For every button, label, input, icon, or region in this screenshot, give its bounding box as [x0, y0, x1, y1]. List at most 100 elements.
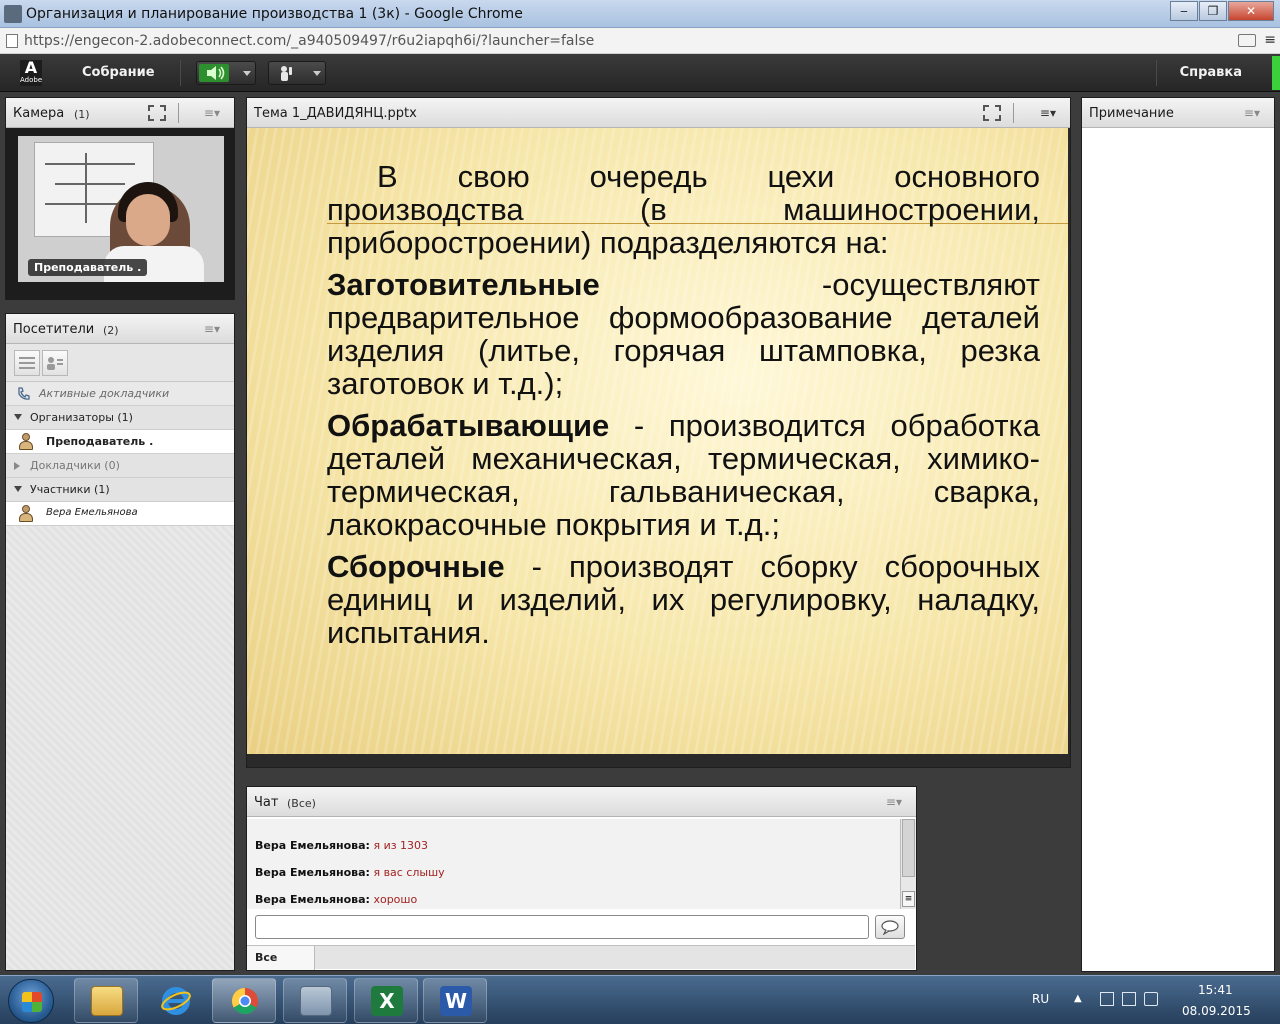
adobe-logo-text: Adobe: [20, 76, 43, 84]
help-menu[interactable]: Справка: [1180, 65, 1242, 80]
camera-name-label: Преподаватель .: [28, 259, 148, 276]
chevron-down-icon[interactable]: [313, 71, 321, 76]
notes-pod: Примечание ≡▾: [1081, 97, 1275, 972]
header-divider: [1013, 103, 1014, 123]
taskbar-chrome[interactable]: [212, 978, 276, 1023]
maximize-button[interactable]: ❐: [1199, 1, 1227, 21]
phone-icon: [18, 387, 30, 400]
presentation-slide[interactable]: В свою очередь цехи основного производст…: [247, 128, 1068, 754]
pod-title: Посетители: [13, 322, 95, 337]
expand-icon[interactable]: [14, 414, 22, 420]
slide-body: В свою очередь цехи основного производст…: [327, 160, 1040, 658]
pod-header: Посетители (2) ≡▾: [6, 314, 234, 344]
folder-icon: [91, 986, 123, 1016]
adobe-logo: A Adobe: [20, 60, 42, 86]
list-view-button[interactable]: [14, 350, 40, 376]
clock-time[interactable]: 15:41: [1198, 983, 1233, 997]
group-label: Докладчики (0): [30, 459, 120, 472]
speaker-button[interactable]: [196, 61, 256, 85]
windows-taskbar: X W RU ▲ 15:41 08.09.2015: [0, 975, 1280, 1024]
network-icon[interactable]: [1122, 992, 1136, 1006]
pod-title: Чат: [254, 795, 279, 810]
expand-icon[interactable]: [14, 486, 22, 492]
collapse-icon[interactable]: [14, 462, 20, 470]
pod-options-icon[interactable]: ≡▾: [886, 795, 902, 809]
group-participants[interactable]: Участники (1): [6, 478, 234, 502]
volume-icon[interactable]: [1144, 992, 1158, 1006]
pod-options-icon[interactable]: ≡▾: [1040, 106, 1056, 120]
taskbar-internet-explorer[interactable]: [143, 978, 207, 1023]
pod-options-icon[interactable]: ≡▾: [204, 106, 220, 120]
start-button[interactable]: [8, 979, 54, 1023]
adobe-logo-letter: A: [24, 58, 38, 77]
keyboard-icon: [300, 986, 332, 1016]
send-message-button[interactable]: [875, 915, 905, 939]
window-title: Организация и планирование производства …: [26, 6, 523, 22]
slide-term: Заготовительные: [327, 267, 600, 302]
camera-video[interactable]: Преподаватель .: [18, 136, 224, 282]
user-card-icon: [47, 357, 63, 370]
connect-menubar: A Adobe Собрание Справка: [0, 54, 1280, 92]
address-bar[interactable]: https://engecon-2.adobeconnect.com/_a940…: [0, 28, 1280, 54]
group-presenters[interactable]: Докладчики (0): [6, 454, 234, 478]
system-tray: RU ▲ 15:41 08.09.2015: [1000, 976, 1280, 1024]
window-controls: ‒ ❐ ✕: [1169, 1, 1274, 21]
chat-author: Вера Емельянова:: [255, 893, 370, 906]
pod-header: Камера (1) ≡▾: [6, 98, 234, 128]
chat-messages: Вера Емельянова: я из 1303 Вера Емельяно…: [247, 819, 901, 909]
language-indicator[interactable]: RU: [1032, 992, 1049, 1006]
list-view-icon: [19, 357, 35, 369]
minimize-button[interactable]: ‒: [1170, 1, 1198, 21]
attendees-empty-area: [6, 526, 234, 970]
chat-scope: (Все): [287, 797, 316, 810]
attendee-item[interactable]: Преподаватель .: [6, 430, 234, 454]
user-view-button[interactable]: [42, 350, 68, 376]
url-text[interactable]: https://engecon-2.adobeconnect.com/_a940…: [24, 33, 594, 49]
host-user-icon: [18, 433, 34, 450]
chat-author: Вера Емельянова:: [255, 839, 370, 852]
windows-logo-icon: [22, 992, 42, 1012]
menu-divider: [1156, 60, 1157, 86]
scroll-down-icon[interactable]: ≡: [902, 891, 915, 907]
attendees-toolbar: [6, 344, 234, 382]
close-button[interactable]: ✕: [1228, 1, 1274, 21]
pod-options-icon[interactable]: ≡▾: [1244, 106, 1260, 120]
taskbar-word[interactable]: W: [423, 978, 487, 1023]
taskbar-excel[interactable]: X: [354, 978, 418, 1023]
chevron-down-icon[interactable]: [243, 71, 251, 76]
taskbar-explorer[interactable]: [74, 978, 138, 1023]
pod-options-icon[interactable]: ≡▾: [204, 322, 220, 336]
taskbar-on-screen-keyboard[interactable]: [283, 978, 347, 1023]
connection-status-indicator: [1272, 56, 1280, 90]
fullscreen-icon[interactable]: [148, 105, 166, 121]
speech-bubble-icon: [881, 920, 899, 936]
meeting-menu[interactable]: Собрание: [82, 65, 155, 80]
chat-text: я вас слышу: [373, 866, 445, 879]
show-hidden-icons-icon[interactable]: ▲: [1074, 993, 1082, 1004]
browser-titlebar: Организация и планирование производства …: [0, 0, 1280, 28]
adobe-connect-app-icon: [4, 5, 22, 23]
chat-text: хорошо: [373, 893, 418, 906]
speaker-icon: [199, 64, 229, 82]
attendee-name: Вера Емельянова: [46, 507, 138, 518]
scrollbar-thumb[interactable]: [902, 819, 915, 877]
attendee-item[interactable]: Вера Емельянова: [6, 502, 234, 526]
group-organizers[interactable]: Организаторы (1): [6, 406, 234, 430]
chat-message: Вера Емельянова: я из 1303: [255, 839, 428, 852]
active-speakers-label: Активные докладчики: [39, 387, 170, 400]
action-center-flag-icon[interactable]: [1100, 992, 1114, 1006]
chrome-menu-icon[interactable]: ≡: [1264, 32, 1276, 48]
chat-scrollbar[interactable]: ≡: [900, 819, 916, 909]
fullscreen-icon[interactable]: [983, 105, 1001, 121]
status-button[interactable]: [268, 61, 326, 85]
attendee-name: Преподаватель .: [46, 435, 154, 448]
chat-message: Вера Емельянова: я вас слышу: [255, 866, 445, 879]
pod-header: Примечание ≡▾: [1082, 98, 1274, 128]
clock-date[interactable]: 08.09.2015: [1182, 1004, 1251, 1018]
slide-paragraph: Сборочные - производят сборку сборочных …: [327, 550, 1040, 649]
chat-input[interactable]: [255, 915, 869, 939]
group-label: Организаторы (1): [30, 411, 133, 424]
notes-content[interactable]: [1082, 128, 1274, 971]
tab-all[interactable]: Все: [247, 946, 315, 970]
cast-icon[interactable]: [1238, 34, 1256, 47]
